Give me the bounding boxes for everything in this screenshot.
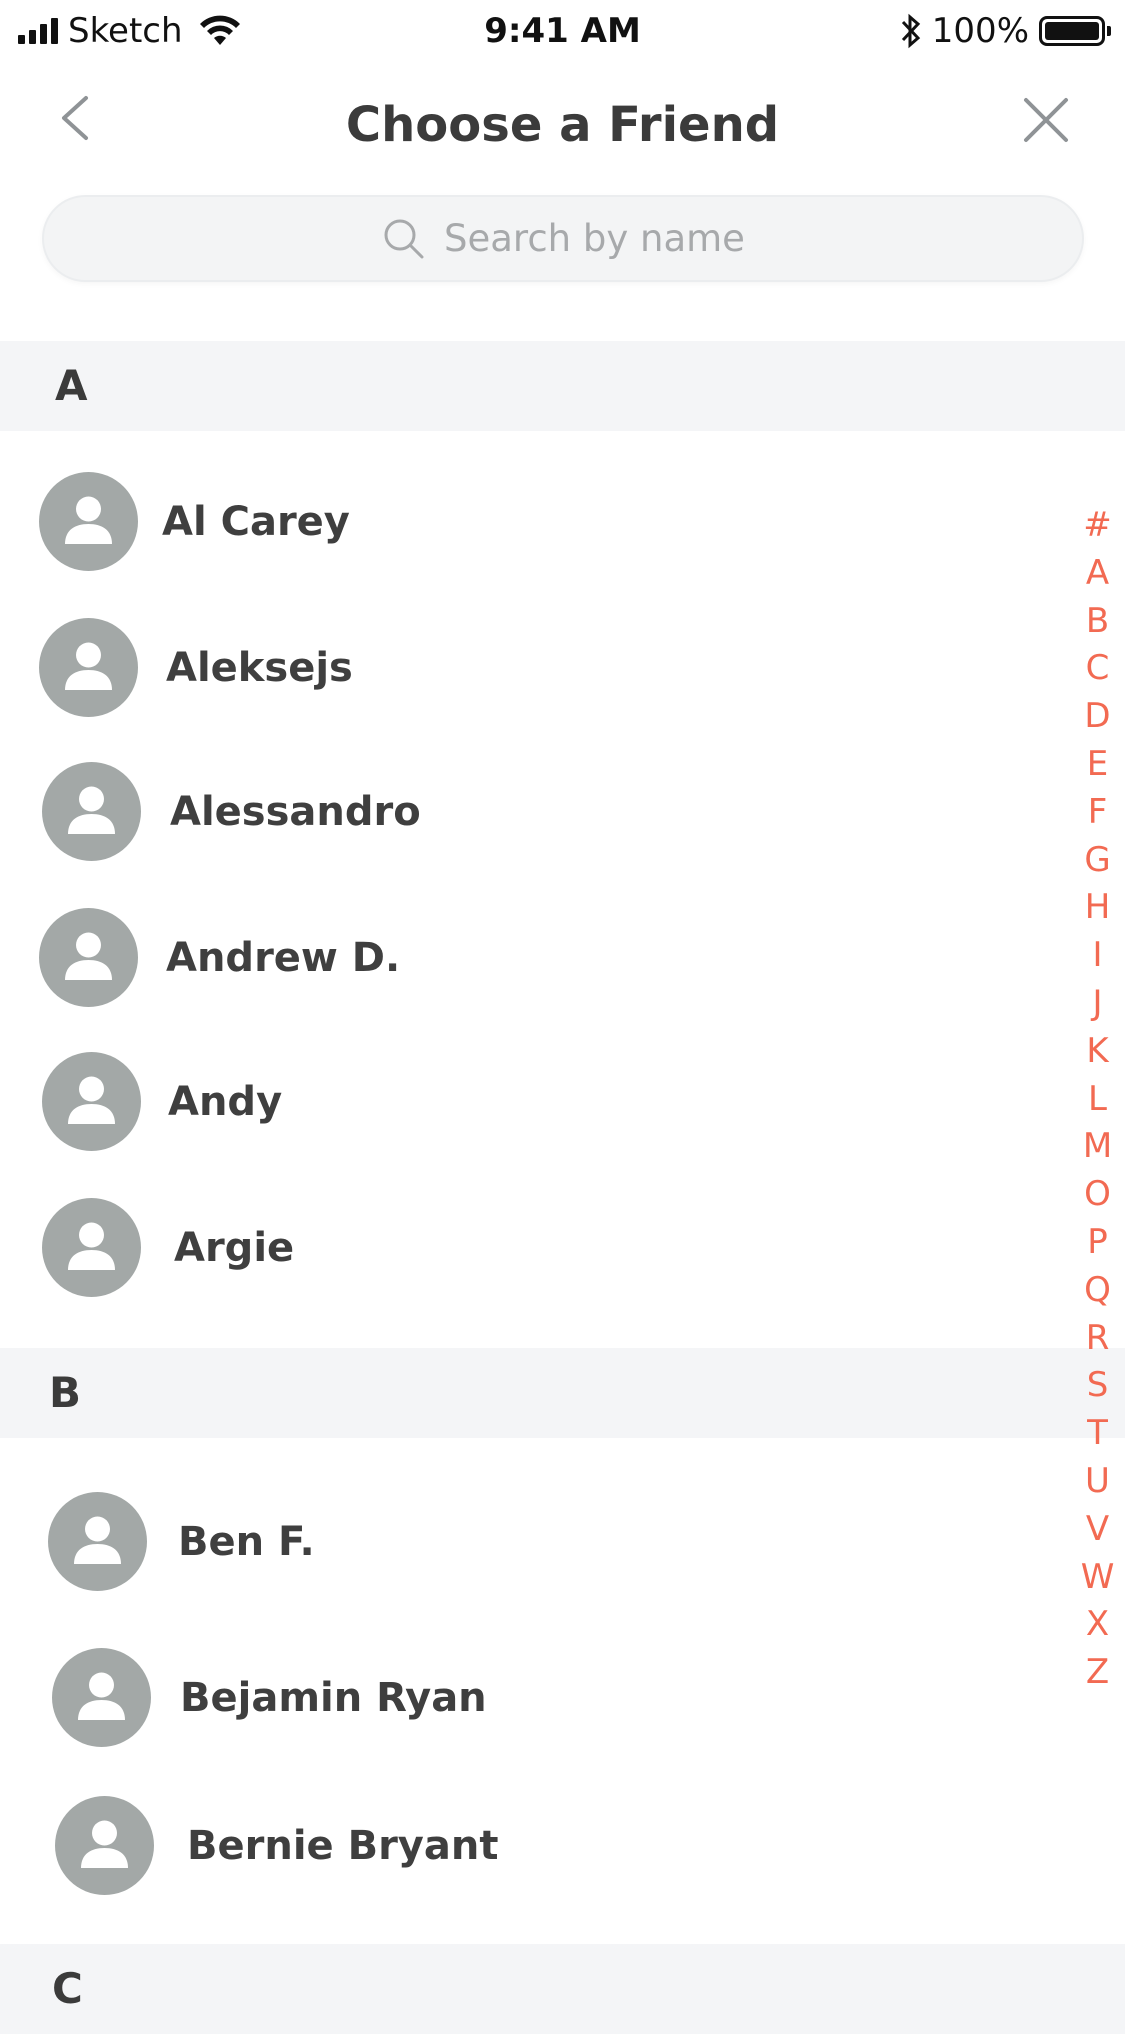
avatar [42,762,141,861]
index-letter-p[interactable]: P [1075,1222,1120,1262]
search-icon [384,219,424,258]
section-header-b: B [0,1348,1125,1438]
index-letter-h[interactable]: H [1075,887,1120,927]
index-letter-s[interactable]: S [1075,1365,1120,1405]
avatar [39,908,138,1007]
search-input[interactable] [444,217,744,260]
index-letter-o[interactable]: O [1075,1174,1120,1214]
avatar [42,1198,141,1297]
person-icon [68,786,115,834]
list-item[interactable]: Argie [0,1188,1060,1308]
avatar [39,618,138,717]
section-letter: C [52,1964,83,2013]
index-letter-d[interactable]: D [1075,696,1120,736]
contact-name: Andrew D. [166,935,401,981]
section-letter: A [55,361,88,410]
index-letter-x[interactable]: X [1075,1604,1120,1644]
status-bar-right: 100% [900,8,1111,54]
index-letter-u[interactable]: U [1075,1461,1120,1501]
status-bar: Sketch 9:41 AM 100% [0,0,1125,62]
list-item[interactable]: Ben F. [0,1482,1060,1602]
avatar [42,1052,141,1151]
index-letter-e[interactable]: E [1075,744,1120,784]
index-letter-a[interactable]: A [1075,553,1120,593]
contact-name: Bejamin Ryan [180,1675,487,1721]
index-letter-k[interactable]: K [1075,1031,1120,1071]
contact-name: Andy [168,1079,283,1125]
section-header-c: C [0,1944,1125,2034]
index-letter-m[interactable]: M [1075,1126,1120,1166]
section-letter: B [49,1368,82,1417]
index-letter-hash[interactable]: # [1075,505,1120,545]
index-letter-w[interactable]: W [1075,1557,1120,1597]
list-item[interactable]: Bernie Bryant [0,1784,1060,1904]
battery-icon [1039,16,1111,46]
person-icon [65,496,112,544]
index-letter-l[interactable]: L [1075,1079,1120,1119]
contact-name: Bernie Bryant [187,1823,499,1869]
battery-fill [1045,22,1099,40]
index-letter-r[interactable]: R [1075,1318,1120,1358]
index-letter-t[interactable]: T [1075,1413,1120,1453]
list-item[interactable]: Alessandro [0,752,1060,872]
contact-name: Ben F. [178,1519,315,1565]
index-letter-v[interactable]: V [1075,1509,1120,1549]
page-title: Choose a Friend [345,97,780,153]
list-item[interactable]: Andrew D. [0,898,1060,1018]
avatar [52,1648,151,1747]
index-letter-f[interactable]: F [1075,792,1120,832]
list-item[interactable]: Al Carey [0,460,1060,580]
contact-name: Aleksejs [166,645,353,691]
avatar [48,1492,147,1591]
list-item[interactable]: Andy [0,1042,1060,1162]
index-letter-g[interactable]: G [1075,840,1120,880]
person-icon [68,1076,115,1124]
section-header-a: A [0,341,1125,431]
person-icon [68,1222,115,1270]
bluetooth-icon [901,13,920,49]
person-icon [65,932,112,980]
index-letter-z[interactable]: Z [1075,1652,1120,1692]
battery-percent: 100% [931,11,1029,51]
person-icon [65,642,112,690]
index-letter-j[interactable]: J [1075,983,1120,1023]
index-letter-i[interactable]: I [1075,935,1120,975]
close-icon [1024,98,1068,142]
person-icon [81,1820,128,1868]
contact-name: Argie [174,1225,295,1271]
index-letter-b[interactable]: B [1075,601,1120,641]
search-bar[interactable] [42,195,1084,282]
index-letter-q[interactable]: Q [1075,1270,1120,1310]
list-item[interactable]: Bejamin Ryan [0,1638,1060,1758]
contact-name: Alessandro [170,789,421,835]
close-button[interactable] [1018,92,1074,148]
person-icon [74,1516,121,1564]
contact-name: Al Carey [162,499,350,545]
index-letter-c[interactable]: C [1075,648,1120,688]
avatar [55,1796,154,1895]
person-icon [78,1672,125,1720]
list-item[interactable]: Aleksejs [0,608,1060,728]
avatar [39,472,138,571]
